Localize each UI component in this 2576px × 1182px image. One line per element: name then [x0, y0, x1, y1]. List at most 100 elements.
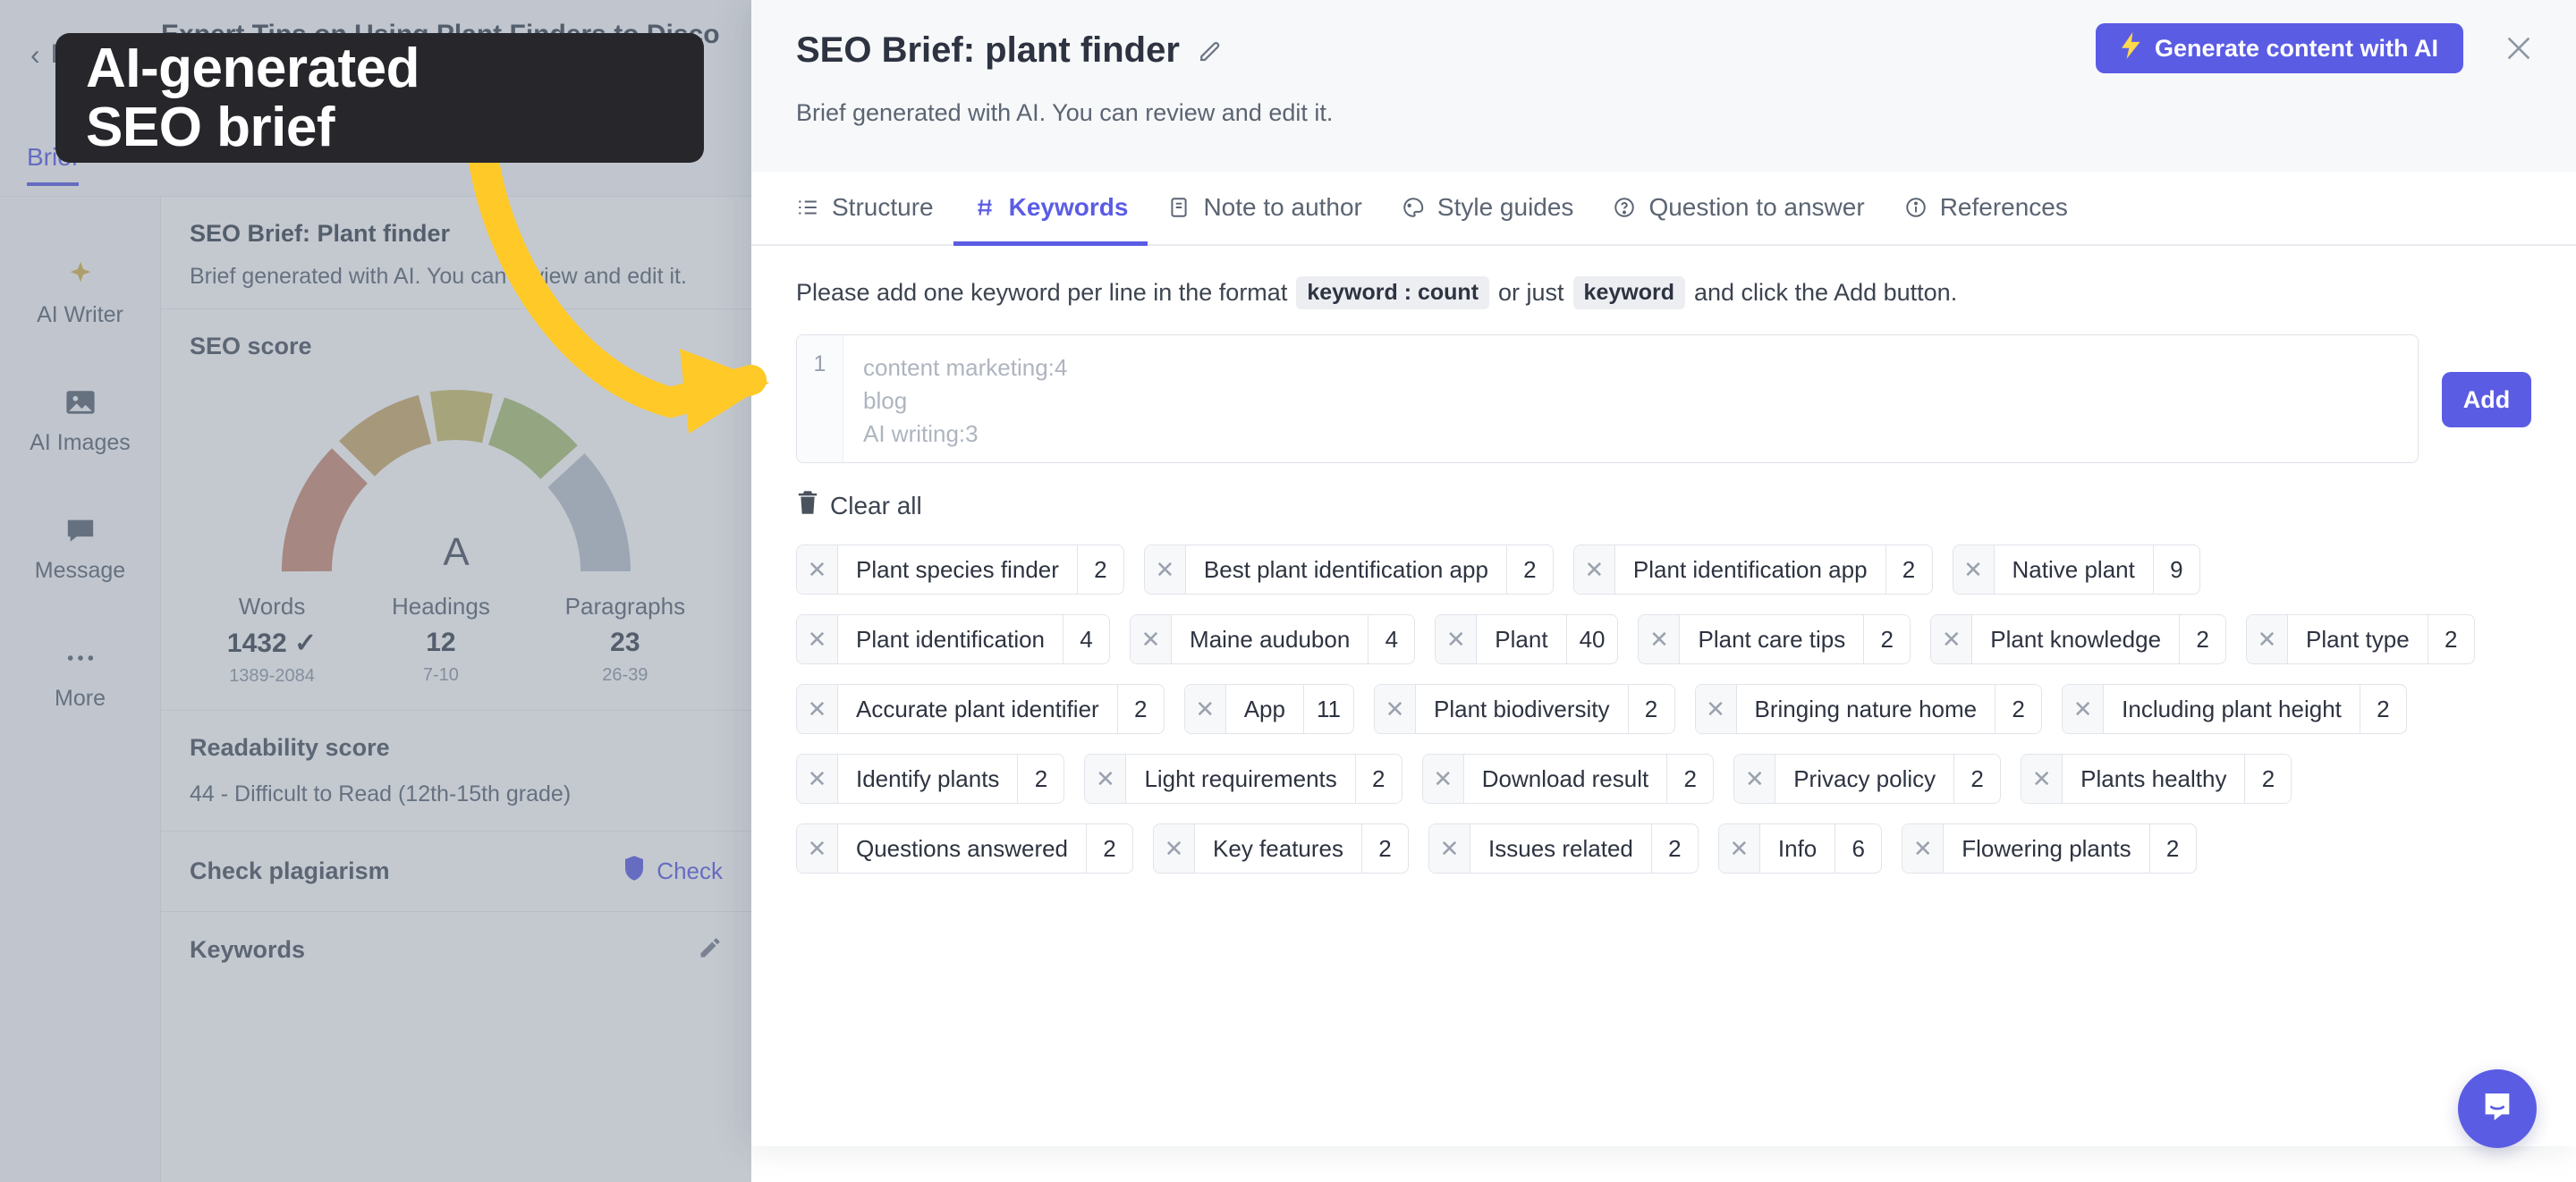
tab-structure[interactable]: Structure: [796, 172, 953, 246]
remove-keyword-icon[interactable]: ✕: [1422, 755, 1464, 803]
background-app: ‹ Back Expert Tips on Using Plant Finder…: [0, 0, 751, 1182]
sidebar-item-more[interactable]: More: [0, 643, 161, 712]
remove-keyword-icon[interactable]: ✕: [1131, 615, 1173, 663]
remove-keyword-icon[interactable]: ✕: [1718, 824, 1760, 873]
keyword-chip-label: Key features: [1213, 834, 1344, 862]
message-icon: [63, 515, 98, 545]
keyword-chip: ✕ Key features 2: [1153, 823, 1410, 874]
sidebar-item-label: Message: [34, 558, 126, 583]
keyword-chip: ✕ Plant species finder 2: [796, 545, 1124, 595]
seo-brief-modal: SEO Brief: plant finder Brief generated …: [751, 0, 2576, 1146]
remove-keyword-icon[interactable]: ✕: [1154, 824, 1196, 873]
readability-section: Readability score 44 - Difficult to Read…: [161, 710, 751, 831]
keyword-chip-label: Privacy policy: [1793, 764, 1936, 792]
keyword-format-hint: Please add one keyword per line in the f…: [796, 276, 2531, 309]
edit-pencil-icon[interactable]: [698, 935, 723, 965]
keywords-textarea[interactable]: 1 content marketing:4 blog AI writing:3: [796, 334, 2419, 463]
keyword-chip-count: 2: [2427, 615, 2474, 663]
annotation-line-1: AI-generated: [86, 37, 419, 99]
tab-label: Keywords: [1008, 193, 1129, 221]
plagiarism-check-button[interactable]: Check: [623, 855, 723, 888]
remove-keyword-icon[interactable]: ✕: [1184, 685, 1226, 733]
keyword-chip-label: Plant: [1495, 625, 1548, 653]
generate-content-label: Generate content with AI: [2154, 34, 2438, 62]
tab-note-to-author[interactable]: Note to author: [1148, 172, 1381, 246]
keywords-section: Keywords: [161, 911, 751, 988]
tab-style-guides[interactable]: Style guides: [1382, 172, 1594, 246]
close-icon[interactable]: [2494, 23, 2544, 73]
remove-keyword-icon[interactable]: ✕: [1374, 685, 1416, 733]
annotation-line-2: SEO brief: [86, 96, 335, 158]
tab-label: References: [1939, 193, 2068, 221]
sidebar-item-ai-writer[interactable]: AI Writer: [0, 259, 161, 328]
remove-keyword-icon[interactable]: ✕: [1429, 824, 1471, 873]
keyword-chip-count: 11: [1302, 685, 1353, 733]
keyword-chip-label: Questions answered: [856, 834, 1069, 862]
keyword-chip: ✕ Plant biodiversity 2: [1373, 684, 1675, 734]
remove-keyword-icon[interactable]: ✕: [1144, 545, 1186, 594]
tab-keywords[interactable]: Keywords: [953, 172, 1148, 246]
intercom-launcher[interactable]: [2458, 1069, 2537, 1148]
keyword-chip: ✕ Including plant height 2: [2062, 684, 2407, 734]
remove-keyword-icon[interactable]: ✕: [1436, 615, 1478, 663]
keyword-chip-label: Plant identification: [856, 625, 1046, 653]
keyword-chip-label: Plant identification app: [1632, 555, 1868, 583]
remove-keyword-icon[interactable]: ✕: [1953, 545, 1995, 594]
tab-references[interactable]: References: [1885, 172, 2088, 246]
seo-score-section: SEO score A Words 1432 ✓ 1389-2084 Headi…: [161, 308, 751, 710]
clear-all-button[interactable]: Clear all: [796, 490, 922, 521]
seo-score-title: SEO score: [190, 333, 312, 360]
brief-panel-subtitle: Brief generated with AI. You can review …: [190, 264, 687, 289]
remove-keyword-icon[interactable]: ✕: [797, 545, 838, 594]
keyword-chip-label: Plant knowledge: [1990, 625, 2162, 653]
keyword-chip: ✕ Native plant 9: [1952, 545, 2200, 595]
generate-content-button[interactable]: Generate content with AI: [2095, 23, 2463, 73]
screen-root: ‹ Back Expert Tips on Using Plant Finder…: [0, 0, 2576, 1182]
hint-code-keyword-count: keyword : count: [1296, 276, 1490, 309]
keyword-chip-count: 2: [1650, 824, 1698, 873]
remove-keyword-icon[interactable]: ✕: [1931, 615, 1973, 663]
remove-keyword-icon[interactable]: ✕: [1085, 755, 1127, 803]
remove-keyword-icon[interactable]: ✕: [797, 685, 838, 733]
left-rail: AI Writer AI Images Message More: [0, 197, 161, 1182]
keyword-chip-label: Plant type: [2306, 625, 2410, 653]
remove-keyword-icon[interactable]: ✕: [1695, 685, 1737, 733]
keyword-chip-count: 2: [1666, 755, 1713, 803]
keyword-chip-label: Light requirements: [1144, 764, 1337, 792]
keyword-chip: ✕ Info 6: [1717, 823, 1883, 874]
remove-keyword-icon[interactable]: ✕: [2247, 615, 2289, 663]
remove-keyword-icon[interactable]: ✕: [797, 824, 838, 873]
modal-header: SEO Brief: plant finder Brief generated …: [751, 0, 2576, 172]
tab-question-to-answer[interactable]: Question to answer: [1593, 172, 1884, 246]
brief-panel: SEO Brief: Plant finder Brief generated …: [161, 197, 751, 1182]
keyword-chip-count: 2: [2148, 824, 2196, 873]
keyword-chip-label: App: [1243, 695, 1285, 722]
keyword-chip-count: 2: [1017, 755, 1063, 803]
keyword-chip: ✕ Issues related 2: [1428, 823, 1699, 874]
keywords-section-title: Keywords: [190, 936, 306, 964]
keyword-chip: ✕ Light requirements 2: [1084, 754, 1402, 804]
remove-keyword-icon[interactable]: ✕: [1734, 755, 1776, 803]
add-button[interactable]: Add: [2442, 372, 2531, 427]
edit-pencil-icon[interactable]: [1196, 38, 1223, 64]
keyword-chip: ✕ Plant identification app 2: [1572, 545, 1933, 595]
sidebar-item-message[interactable]: Message: [0, 515, 161, 584]
remove-keyword-icon[interactable]: ✕: [1902, 824, 1945, 873]
keyword-chip-label: Including plant height: [2122, 695, 2342, 722]
list-icon: [796, 196, 819, 219]
keyword-chip-count: 2: [1361, 824, 1408, 873]
keyword-chip-label: Plant care tips: [1698, 625, 1846, 653]
remove-keyword-icon[interactable]: ✕: [2063, 685, 2105, 733]
remove-keyword-icon[interactable]: ✕: [2021, 755, 2063, 803]
brief-panel-title: SEO Brief: Plant finder: [190, 220, 451, 247]
keyword-input-row: 1 content marketing:4 blog AI writing:3 …: [796, 334, 2531, 463]
readability-title: Readability score: [190, 734, 390, 762]
remove-keyword-icon[interactable]: ✕: [797, 615, 838, 663]
sidebar-item-ai-images[interactable]: AI Images: [0, 387, 161, 456]
remove-keyword-icon[interactable]: ✕: [1573, 545, 1615, 594]
shield-icon: [623, 855, 646, 888]
remove-keyword-icon[interactable]: ✕: [1639, 615, 1681, 663]
hash-icon: [973, 196, 996, 219]
keyword-chip-count: 2: [2179, 615, 2225, 663]
remove-keyword-icon[interactable]: ✕: [797, 755, 838, 803]
